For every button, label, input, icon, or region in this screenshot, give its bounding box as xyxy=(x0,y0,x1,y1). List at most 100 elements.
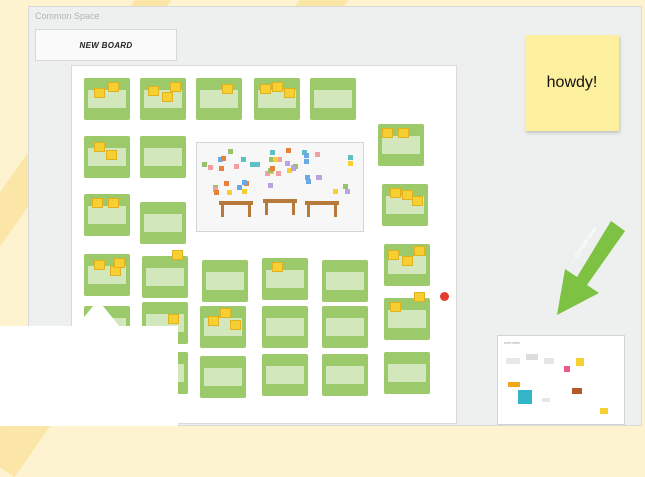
sticky-dot xyxy=(108,198,119,208)
minimap-preview xyxy=(506,354,608,414)
illustration-mark xyxy=(345,189,350,194)
illustration-mark xyxy=(208,165,213,170)
group-tile[interactable] xyxy=(262,258,308,300)
illustration-mark xyxy=(219,166,224,171)
illustration-mark xyxy=(343,184,348,189)
sticky-dot xyxy=(148,86,159,96)
sticky-dot xyxy=(382,128,393,138)
sticky-dot xyxy=(402,256,413,266)
illustration-mark xyxy=(304,159,309,164)
sticky-note-text: howdy! xyxy=(546,74,598,91)
group-tile[interactable] xyxy=(384,292,430,340)
group-tile[interactable] xyxy=(254,78,300,120)
illustration-mark xyxy=(348,161,353,166)
group-tile[interactable] xyxy=(84,194,130,236)
popover-pointer xyxy=(76,300,120,327)
sticky-note[interactable]: howdy! xyxy=(525,35,619,131)
sticky-dot xyxy=(208,316,219,326)
group-tile[interactable] xyxy=(262,354,308,396)
sticky-dot xyxy=(390,188,401,198)
illustration-mark xyxy=(270,150,275,155)
minimap[interactable]: overview xyxy=(497,335,625,425)
table-leg xyxy=(248,205,251,217)
illustration-mark xyxy=(241,157,246,162)
group-tile[interactable] xyxy=(322,306,368,348)
illustration-mark xyxy=(227,190,232,195)
minimap-title: overview xyxy=(504,340,520,345)
illustration-mark xyxy=(333,189,338,194)
table-leg xyxy=(221,205,224,217)
sticky-dot xyxy=(260,84,271,94)
sticky-dot xyxy=(390,302,401,312)
illustration-mark xyxy=(242,180,247,185)
table-leg xyxy=(334,205,337,217)
classroom-illustration[interactable] xyxy=(196,142,364,232)
illustration-mark xyxy=(348,155,353,160)
illustration-mark xyxy=(273,157,278,162)
board-tab-label: NEW BOARD xyxy=(79,40,133,50)
illustration-mark xyxy=(224,181,229,186)
illustration-mark xyxy=(255,162,260,167)
group-tile[interactable] xyxy=(382,184,428,226)
sticky-dot xyxy=(284,88,295,98)
illustration-mark xyxy=(202,162,207,167)
illustration-mark xyxy=(285,161,290,166)
group-tile[interactable] xyxy=(262,306,308,348)
table-leg xyxy=(307,205,310,217)
sticky-dot xyxy=(94,260,105,270)
group-tile[interactable] xyxy=(84,136,130,178)
group-tile[interactable] xyxy=(384,352,430,394)
group-tile[interactable] xyxy=(202,260,248,302)
group-tile[interactable] xyxy=(140,136,186,178)
illustration-mark xyxy=(234,164,239,169)
group-tile[interactable] xyxy=(200,356,246,398)
group-tile[interactable] xyxy=(384,244,430,286)
group-tile[interactable] xyxy=(84,78,130,120)
table-leg xyxy=(265,203,268,215)
group-tile[interactable] xyxy=(142,250,188,298)
illustration-mark xyxy=(228,149,233,154)
illustration-mark xyxy=(221,156,226,161)
sticky-dot xyxy=(414,246,425,256)
group-tile[interactable] xyxy=(196,78,242,120)
illustration-mark xyxy=(214,190,219,195)
sticky-dot xyxy=(168,314,179,324)
group-tile[interactable] xyxy=(322,260,368,302)
illustration-mark xyxy=(250,162,255,167)
sticky-dot xyxy=(94,142,105,152)
group-tile[interactable] xyxy=(140,78,186,120)
sticky-dot xyxy=(108,82,119,92)
sticky-dot xyxy=(94,88,105,98)
illustration-mark xyxy=(276,171,281,176)
popover-panel[interactable] xyxy=(0,326,178,426)
illustration-mark xyxy=(316,175,321,180)
sticky-dot xyxy=(106,150,117,160)
group-tile[interactable] xyxy=(200,306,246,348)
sticky-dot xyxy=(388,250,399,260)
table-leg xyxy=(292,203,295,215)
sticky-dot xyxy=(414,292,425,302)
sticky-dot xyxy=(222,84,233,94)
group-tile[interactable] xyxy=(322,354,368,396)
illustration-mark xyxy=(270,166,275,171)
sticky-dot xyxy=(92,198,103,208)
group-tile[interactable] xyxy=(378,124,424,166)
sticky-dot xyxy=(398,128,409,138)
sticky-dot xyxy=(272,82,283,92)
cursor-marker[interactable] xyxy=(440,292,449,301)
sticky-dot xyxy=(412,196,423,206)
group-tile[interactable] xyxy=(140,202,186,244)
window-title: Common Space xyxy=(35,11,100,21)
board-tab[interactable]: NEW BOARD xyxy=(35,29,177,61)
illustration-mark xyxy=(291,166,296,171)
illustration-mark xyxy=(315,152,320,157)
group-tile[interactable] xyxy=(84,254,130,296)
illustration-mark xyxy=(306,179,311,184)
sticky-dot xyxy=(170,82,181,92)
sticky-dot xyxy=(162,92,173,102)
sticky-dot xyxy=(172,250,183,260)
sticky-dot xyxy=(230,320,241,330)
illustration-mark xyxy=(286,148,291,153)
sticky-dot xyxy=(272,262,283,272)
group-tile[interactable] xyxy=(310,78,356,120)
